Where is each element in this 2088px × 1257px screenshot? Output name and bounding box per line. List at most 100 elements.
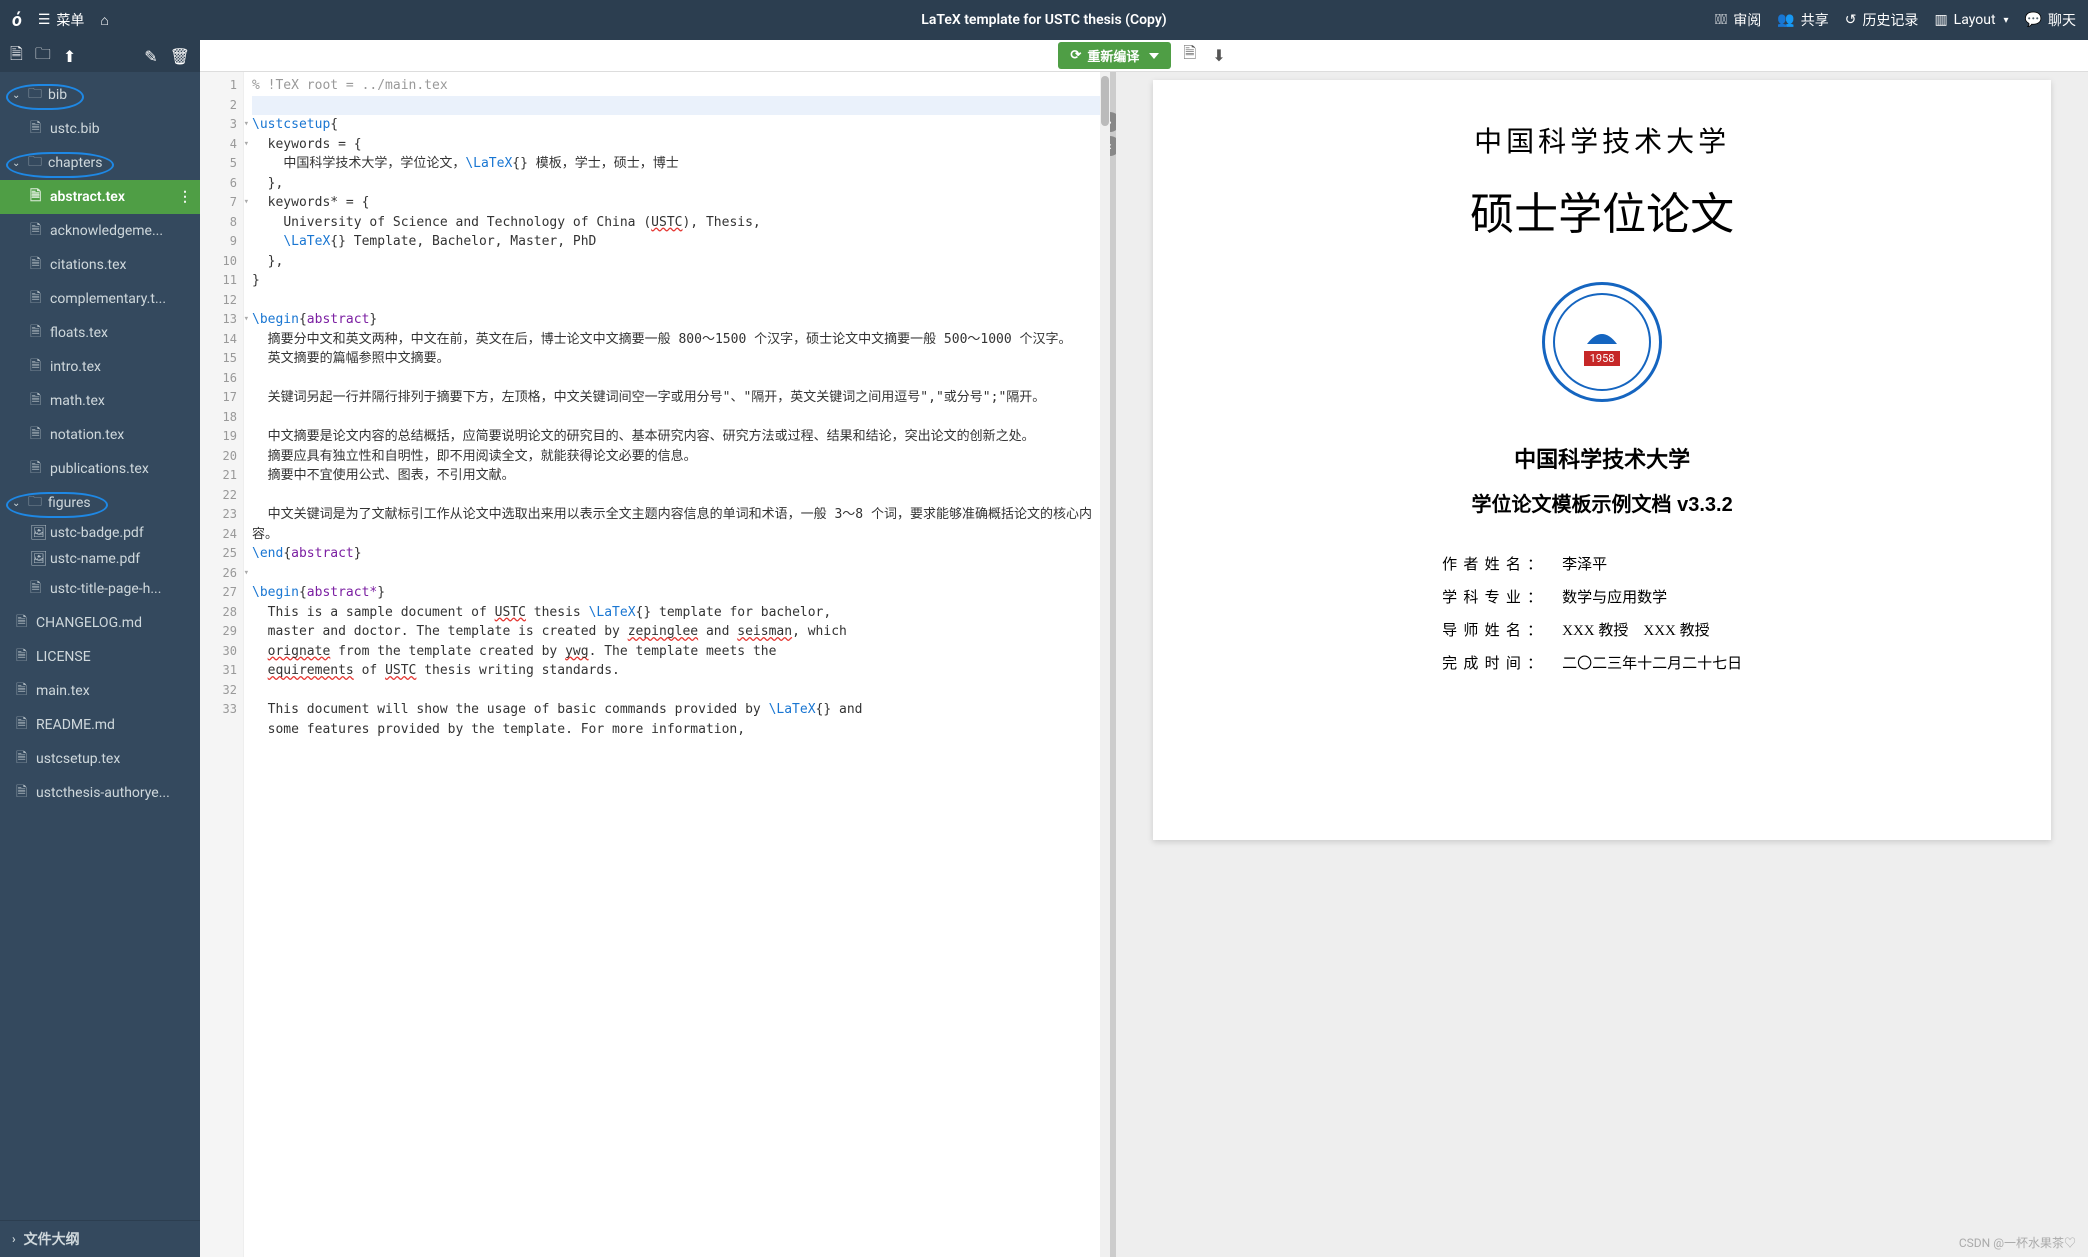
code-line[interactable]: master and doctor. The template is creat… [252, 622, 1102, 642]
file-acknowledgeme-[interactable]: 🗎acknowledgeme... [0, 214, 200, 248]
chevron-down-icon[interactable] [1149, 53, 1159, 59]
trash-icon[interactable]: 🗑 [170, 47, 190, 66]
code-line[interactable]: 中国科学技术大学，学位论文，\LaTeX{} 模板，学士，硕士，博士 [252, 154, 1102, 174]
file-ustcthesis-authorye-[interactable]: 🗎ustcthesis-authorye... [0, 776, 200, 810]
subtitle-1: 中国科学技术大学 [1203, 442, 2001, 474]
file-LICENSE[interactable]: 🗎LICENSE [0, 640, 200, 674]
university-name-script: 中国科学技术大学 [1203, 120, 2001, 160]
code-line[interactable]: \begin{abstract*} [252, 583, 1102, 603]
folder-bib[interactable]: ⌄🗀bib [0, 78, 200, 112]
pdf-preview[interactable]: 中国科学技术大学 硕士学位论文 1958 中国科学技术大学 学位论文模板示例文档… [1116, 72, 2088, 1257]
code-line[interactable] [252, 96, 1102, 116]
edit-icon[interactable]: ✎ [144, 47, 157, 66]
recompile-button[interactable]: ⟳ 重新编译 [1058, 42, 1171, 69]
code-line[interactable]: } [252, 271, 1102, 291]
file-outline-toggle[interactable]: › 文件大纲 [0, 1220, 200, 1257]
file-toolbar: 🗎 🗀 ⬆ ✎ 🗑 [0, 40, 200, 72]
chev233-down-icon: ⌄ [12, 158, 22, 169]
code-editor[interactable]: 1234567891011121314151617181920212223242… [200, 72, 1110, 1257]
overleaf-logo-icon[interactable]: ό [12, 10, 22, 31]
file-ustc-bib[interactable]: 🗎ustc.bib [0, 112, 200, 146]
review-button[interactable]: ✎⃝审阅 [1715, 10, 1761, 30]
file-ustcsetup-tex[interactable]: 🗎ustcsetup.tex [0, 742, 200, 776]
code-line[interactable]: orignate from the template created by yw… [252, 642, 1102, 662]
code-line[interactable]: keywords = { [252, 135, 1102, 155]
toolbar-row: 🗎 🗀 ⬆ ✎ 🗑 ⟳ 重新编译 🗎 ⬇ [0, 40, 2088, 72]
file-icon: 🗎 [30, 577, 44, 601]
file-floats-tex[interactable]: 🗎floats.tex [0, 316, 200, 350]
code-line[interactable]: \ustcsetup{ [252, 115, 1102, 135]
download-icon[interactable]: ⬇ [1208, 42, 1229, 69]
code-line[interactable]: equirements of USTC thesis writing stand… [252, 661, 1102, 681]
code-line[interactable]: keywords* = { [252, 193, 1102, 213]
file-icon: 🖼 [30, 551, 44, 567]
file-ustc-name-pdf[interactable]: 🖼ustc-name.pdf [0, 546, 200, 572]
code-line[interactable]: 摘要中不宜使用公式、图表，不引用文献。 [252, 466, 1102, 486]
code-line[interactable]: }, [252, 252, 1102, 272]
code-line[interactable]: 英文摘要的篇幅参照中文摘要。 [252, 349, 1102, 369]
code-line[interactable]: \end{abstract} [252, 544, 1102, 564]
code-line[interactable]: 摘要应具有独立性和自明性，即不用阅读全文，就能获得论文必要的信息。 [252, 447, 1102, 467]
history-icon: ↺ [1845, 12, 1857, 28]
file-README-md[interactable]: 🗎README.md [0, 708, 200, 742]
more-icon[interactable]: ⋮ [178, 189, 192, 205]
pdf-page: 中国科学技术大学 硕士学位论文 1958 中国科学技术大学 学位论文模板示例文档… [1153, 80, 2051, 840]
file-icon: 🗎 [16, 747, 30, 771]
code-line[interactable]: }, [252, 174, 1102, 194]
file-citations-tex[interactable]: 🗎citations.tex [0, 248, 200, 282]
history-button[interactable]: ↺历史记录 [1845, 10, 1919, 30]
people-icon: 👥 [1777, 12, 1794, 28]
file-tree[interactable]: ⌄🗀bib🗎ustc.bib⌄🗀chapters🗎abstract.tex⋮🗎a… [0, 72, 200, 1220]
menu-button[interactable]: ☰ 菜单 [38, 10, 85, 30]
file-publications-tex[interactable]: 🗎publications.tex [0, 452, 200, 486]
code-line[interactable]: 摘要分中文和英文两种，中文在前，英文在后，博士论文中文摘要一般 800～1500… [252, 330, 1102, 350]
code-line[interactable]: \LaTeX{} Template, Bachelor, Master, PhD [252, 232, 1102, 252]
code-line[interactable] [252, 408, 1102, 428]
code-line[interactable] [252, 291, 1102, 311]
file-ustc-badge-pdf[interactable]: 🖼ustc-badge.pdf [0, 520, 200, 546]
file-icon: 🗎 [30, 423, 44, 447]
file-intro-tex[interactable]: 🗎intro.tex [0, 350, 200, 384]
file-CHANGELOG-md[interactable]: 🗎CHANGELOG.md [0, 606, 200, 640]
chat-button[interactable]: 💬聊天 [2025, 10, 2076, 30]
code-line[interactable] [252, 486, 1102, 506]
share-button[interactable]: 👥共享 [1777, 10, 1828, 30]
new-file-icon[interactable]: 🗎 [10, 43, 23, 70]
file-ustc-title-page-h-[interactable]: 🗎ustc-title-page-h... [0, 572, 200, 606]
code-line[interactable]: University of Science and Technology of … [252, 213, 1102, 233]
file-tree-sidebar: ⌄🗀bib🗎ustc.bib⌄🗀chapters🗎abstract.tex⋮🗎a… [0, 72, 200, 1257]
code-line[interactable] [252, 369, 1102, 389]
upload-icon[interactable]: ⬆ [63, 47, 76, 66]
folder-figures[interactable]: ⌄🗀figures [0, 486, 200, 520]
file-abstract-tex[interactable]: 🗎abstract.tex⋮ [0, 180, 200, 214]
code-line[interactable]: This document will show the usage of bas… [252, 700, 1102, 720]
home-button[interactable]: ⌂ [100, 12, 108, 29]
code-line[interactable]: 关键词另起一行并隔行排列于摘要下方，左顶格，中文关键词间空一字或用分号"、"隔开… [252, 388, 1102, 408]
code-line[interactable] [252, 564, 1102, 584]
layout-button[interactable]: ▥Layout▾ [1934, 12, 2008, 28]
editor-scrollbar[interactable] [1100, 72, 1110, 1257]
code-line[interactable]: \begin{abstract} [252, 310, 1102, 330]
code-line[interactable]: 中文关键词是为了文献标引工作从论文中选取出来用以表示全文主题内容信息的单词和术语… [252, 505, 1102, 544]
code-area[interactable]: % !TeX root = ../main.tex \ustcsetup{ ke… [244, 72, 1110, 1257]
recompile-label: 重新编译 [1087, 46, 1139, 65]
code-line[interactable]: This is a sample document of USTC thesis… [252, 603, 1102, 623]
file-icon: 🗎 [16, 679, 30, 703]
file-main-tex[interactable]: 🗎main.tex [0, 674, 200, 708]
file-notation-tex[interactable]: 🗎notation.tex [0, 418, 200, 452]
title-page-info: 作者姓名：李泽平 学科专业：数学与应用数学 导师姓名：XXX 教授 XXX 教授… [1442, 553, 1762, 673]
logs-icon[interactable]: 🗎 [1179, 38, 1200, 73]
code-line[interactable]: % !TeX root = ../main.tex [252, 76, 1102, 96]
file-complementary-t-[interactable]: 🗎complementary.t... [0, 282, 200, 316]
code-line[interactable] [252, 681, 1102, 701]
new-folder-icon[interactable]: 🗀 [35, 43, 51, 70]
code-line[interactable]: 中文摘要是论文内容的总结概括，应简要说明论文的研究目的、基本研究内容、研究方法或… [252, 427, 1102, 447]
chevron-down-icon: ▾ [2004, 15, 2009, 26]
folder-chapters[interactable]: ⌄🗀chapters [0, 146, 200, 180]
line-number-gutter: 1234567891011121314151617181920212223242… [200, 72, 244, 1257]
file-math-tex[interactable]: 🗎math.tex [0, 384, 200, 418]
code-line[interactable]: some features provided by the template. … [252, 720, 1102, 740]
ustc-badge-icon: 1958 [1542, 282, 1662, 402]
top-bar: ό ☰ 菜单 ⌂ LaTeX template for USTC thesis … [0, 0, 2088, 40]
file-icon: 🗎 [16, 713, 30, 737]
